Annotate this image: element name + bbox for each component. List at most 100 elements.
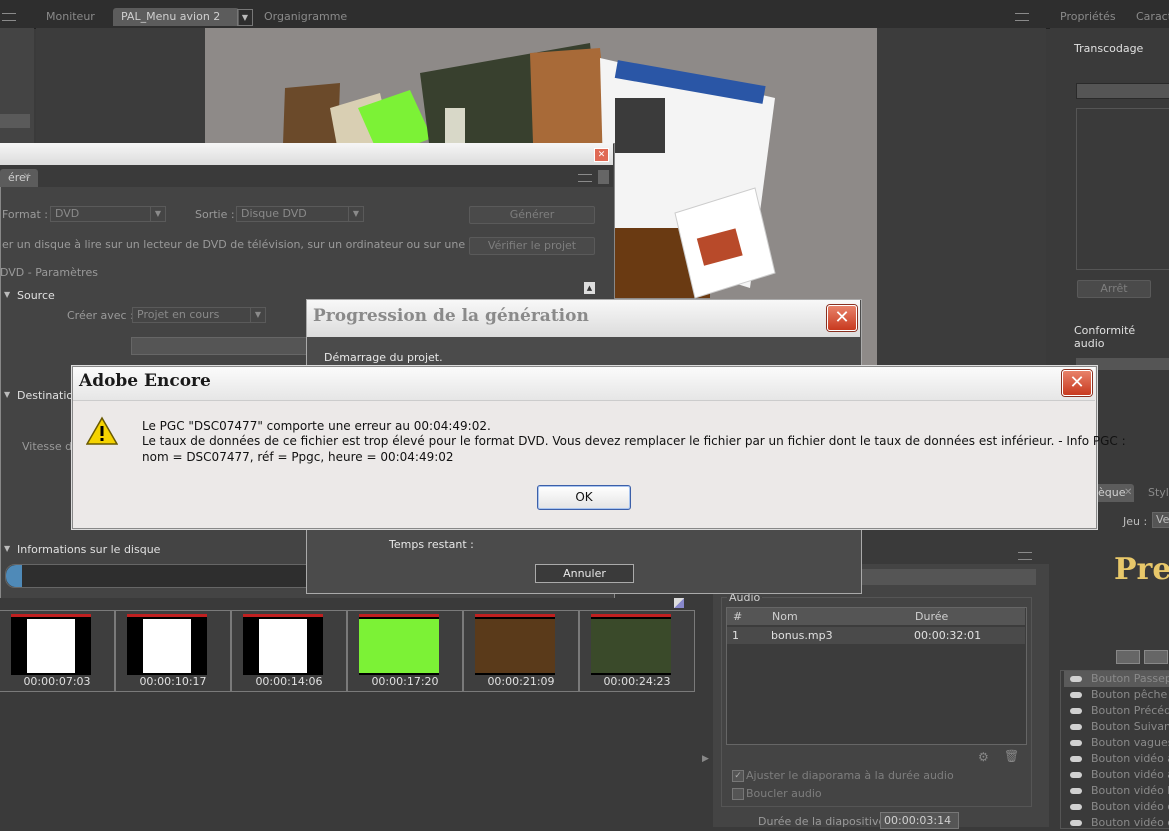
- slide-thumbnail[interactable]: 00:00:24:23: [579, 610, 695, 692]
- button-preset-icon: [1070, 724, 1082, 730]
- chevron-down-icon[interactable]: ▼: [4, 544, 10, 553]
- collapse-arrow-icon[interactable]: ▶: [702, 754, 709, 764]
- row-duration: 00:00:32:01: [914, 629, 982, 642]
- list-item[interactable]: Bouton vidéo ar: [1064, 751, 1169, 767]
- slide-thumbnail[interactable]: 00:00:07:03: [0, 610, 115, 692]
- disk-usage-bar: [5, 564, 327, 588]
- slide-thumbnail[interactable]: 00:00:21:09: [463, 610, 579, 692]
- slide-content: [27, 619, 75, 673]
- adjust-checkbox[interactable]: ✓: [732, 770, 744, 782]
- close-icon[interactable]: ✕: [827, 305, 857, 331]
- list-item[interactable]: Bouton pêche 1: [1064, 687, 1169, 703]
- create-with-label: Créer avec :: [67, 309, 134, 322]
- panel-menu-icon[interactable]: [2, 13, 16, 21]
- slide-duration-field[interactable]: 00:00:03:14: [880, 812, 959, 829]
- destination-label: Destination: [17, 389, 81, 402]
- loop-checkbox[interactable]: [732, 788, 744, 800]
- progress-status: Démarrage du projet.: [324, 351, 443, 364]
- chevron-down-icon[interactable]: ▼: [4, 390, 10, 399]
- list-item[interactable]: Bouton vidéo bo: [1064, 783, 1169, 799]
- list-item[interactable]: Bouton vidéo en: [1064, 815, 1169, 831]
- slide-image: [475, 614, 555, 675]
- trash-icon[interactable]: 🗑: [1004, 749, 1019, 763]
- list-item-label: Bouton Précéde: [1091, 704, 1169, 717]
- slide-time: 00:00:10:17: [139, 675, 207, 688]
- game-select[interactable]: Ve: [1152, 512, 1169, 528]
- progress-dialog-title: Progression de la génération: [313, 306, 589, 326]
- row-num: 1: [732, 629, 739, 642]
- slide-thumbnail[interactable]: 00:00:17:20: [347, 610, 463, 692]
- list-item-label: Bouton vidéo bo: [1091, 784, 1169, 797]
- remaining-label: Temps restant :: [389, 538, 474, 551]
- generate-button[interactable]: Générer: [469, 206, 595, 224]
- tab-characters[interactable]: Caract: [1128, 8, 1169, 26]
- chevron-down-icon[interactable]: ▼: [4, 290, 10, 299]
- list-item[interactable]: Bouton vidéo av: [1064, 767, 1169, 783]
- build-description: er un disque à lire sur un lecteur de DV…: [2, 238, 532, 251]
- build-panel-titlebar: [0, 143, 613, 165]
- scrollbar-vertical[interactable]: [598, 170, 609, 184]
- list-item[interactable]: Bouton vagues: [1064, 735, 1169, 751]
- list-item[interactable]: Bouton Passepo: [1064, 671, 1169, 687]
- cancel-button[interactable]: Annuler: [535, 564, 634, 583]
- tab-menu[interactable]: PAL_Menu avion 2 ▼: [113, 8, 253, 26]
- ok-button[interactable]: OK: [537, 485, 631, 510]
- slide-thumbnail[interactable]: 00:00:14:06: [231, 610, 347, 692]
- slide-time: 00:00:24:23: [603, 675, 671, 688]
- list-item[interactable]: Bouton Suivant: [1064, 719, 1169, 735]
- error-dialog-title: Adobe Encore: [79, 371, 211, 391]
- list-item-label: Bouton Suivant: [1091, 720, 1169, 733]
- list-item-label: Bouton pêche 1: [1091, 688, 1169, 701]
- close-icon[interactable]: ✕: [594, 148, 609, 162]
- list-item[interactable]: Bouton vidéo ca: [1064, 799, 1169, 815]
- create-with-value: Projet en cours: [137, 308, 220, 321]
- tab-monitor[interactable]: Moniteur: [38, 8, 103, 26]
- stop-button[interactable]: Arrêt: [1077, 280, 1151, 298]
- resize-handle-icon[interactable]: [674, 598, 684, 608]
- panel-menu-icon[interactable]: [578, 174, 592, 182]
- slide-thumbnail[interactable]: 00:00:10:17: [115, 610, 231, 692]
- transcode-label: Transcodage: [1074, 42, 1144, 55]
- library-icon[interactable]: [1116, 650, 1140, 664]
- preview-text: Pre: [1114, 552, 1169, 587]
- slide-content: [359, 619, 439, 673]
- close-icon[interactable]: ✕: [23, 172, 31, 182]
- table-row[interactable]: 1 bonus.mp3 00:00:32:01: [727, 627, 1025, 644]
- close-icon[interactable]: ✕: [1124, 487, 1132, 498]
- slide-content: [143, 619, 191, 673]
- output-dropdown[interactable]: Disque DVD ▼: [236, 206, 364, 222]
- build-tabstrip: [0, 165, 613, 187]
- panel-menu-icon[interactable]: [1018, 552, 1032, 560]
- close-icon[interactable]: ✕: [1062, 370, 1092, 396]
- chevron-down-icon[interactable]: ▼: [237, 9, 253, 26]
- list-item-label: Bouton vidéo ar: [1091, 752, 1169, 765]
- output-value: Disque DVD: [241, 207, 307, 220]
- slide-time: 00:00:17:20: [371, 675, 439, 688]
- tab-properties[interactable]: Propriétés: [1052, 8, 1124, 26]
- slide-image: [591, 614, 671, 675]
- library-icon[interactable]: [1144, 650, 1168, 664]
- disk-info-label: Informations sur le disque: [17, 543, 161, 556]
- format-dropdown[interactable]: DVD ▼: [50, 206, 166, 222]
- source-path-field[interactable]: [131, 337, 313, 355]
- col-duration: Durée: [915, 610, 949, 623]
- tab-styles[interactable]: Style: [1140, 484, 1169, 502]
- chevron-down-icon: ▼: [150, 207, 165, 221]
- panel-menu-icon[interactable]: [1015, 13, 1029, 21]
- verify-project-button[interactable]: Vérifier le projet: [469, 237, 595, 255]
- tab-build[interactable]: érer: [0, 169, 39, 187]
- disk-usage-fill: [6, 565, 22, 587]
- slide-time: 00:00:07:03: [23, 675, 91, 688]
- list-item[interactable]: Bouton Précéde: [1064, 703, 1169, 719]
- button-preset-icon: [1070, 708, 1082, 714]
- settings-icon[interactable]: ⚙: [978, 750, 989, 764]
- list-item-label: Bouton vidéo en: [1091, 816, 1169, 829]
- tab-organigramme[interactable]: Organigramme: [256, 8, 355, 26]
- source-label: Source: [17, 289, 55, 302]
- col-num: #: [733, 610, 743, 623]
- format-label: Format :: [2, 208, 48, 221]
- error-line-2: Le taux de données de ce fichier est tro…: [142, 434, 1126, 448]
- scroll-up-arrow-icon[interactable]: ▲: [584, 282, 595, 294]
- create-with-dropdown[interactable]: Projet en cours ▼: [132, 307, 266, 323]
- error-dialog-titlebar: [73, 367, 1095, 401]
